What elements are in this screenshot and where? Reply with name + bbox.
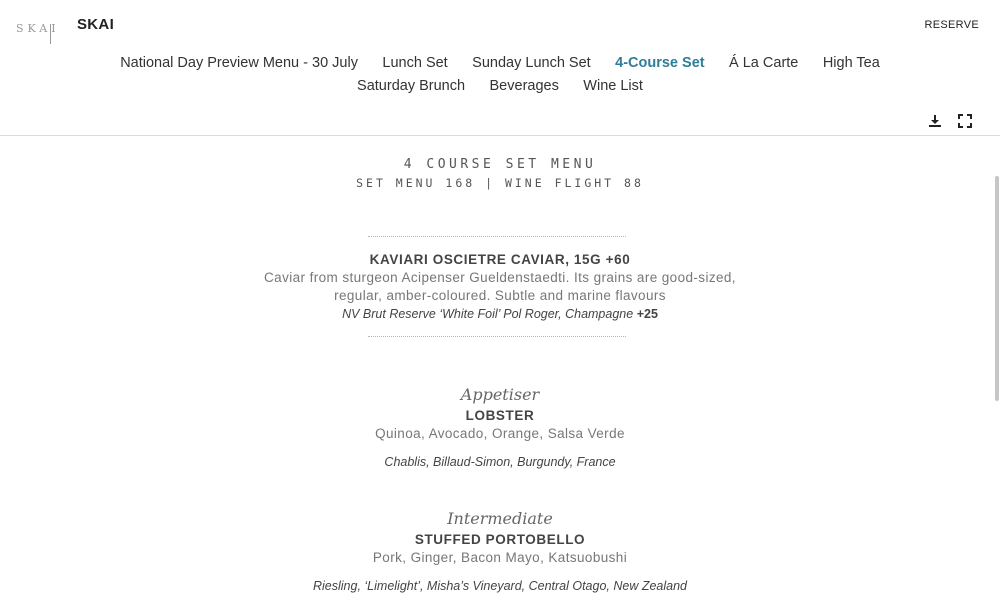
tab-wine-list[interactable]: Wine List	[583, 75, 643, 98]
dotted-divider-bottom	[368, 336, 626, 337]
wine-pairing: Riesling, ‘Limelight’, Misha’s Vineyard,…	[312, 579, 688, 593]
tab-saturday-brunch[interactable]: Saturday Brunch	[357, 75, 465, 98]
featured-item: KAVIARI OSCIETRE CAVIAR, 15G +60 Caviar …	[0, 251, 1000, 323]
dish-name: LOBSTER	[465, 408, 535, 423]
menu-title: 4 COURSE SET MENU	[403, 157, 597, 172]
tab-4-course-set[interactable]: 4-Course Set	[615, 52, 704, 75]
wine-pairing: Chablis, Billaud-Simon, Burgundy, France	[384, 455, 616, 469]
fullscreen-icon[interactable]	[958, 114, 972, 128]
tab-national-day[interactable]: National Day Preview Menu - 30 July	[120, 52, 358, 75]
menu-subtitle: SET MENU 168 | WINE FLIGHT 88	[356, 176, 644, 190]
scrollbar[interactable]	[994, 176, 1000, 401]
course-heading: Intermediate	[447, 509, 553, 528]
tab-beverages[interactable]: Beverages	[490, 75, 559, 98]
site-title[interactable]: SKAI	[77, 16, 114, 33]
tab-a-la-carte[interactable]: Á La Carte	[729, 52, 798, 75]
tab-lunch-set[interactable]: Lunch Set	[382, 52, 447, 75]
logo[interactable]: SKAI	[16, 10, 56, 44]
course-intermediate: Intermediate STUFFED PORTOBELLO Pork, Gi…	[0, 507, 1000, 595]
course-heading: Appetiser	[460, 385, 540, 404]
featured-wine: NV Brut Reserve ‘White Foil’ Pol Roger, …	[0, 305, 1000, 323]
tab-high-tea[interactable]: High Tea	[823, 52, 880, 75]
dish-name: STUFFED PORTOBELLO	[414, 532, 586, 547]
featured-desc-line2: regular, amber-coloured. Subtle and mari…	[334, 288, 666, 303]
menu-content: 4 COURSE SET MENU SET MENU 168 | WINE FL…	[0, 136, 1000, 607]
nav-row-2: Saturday Brunch Beverages Wine List	[0, 75, 1000, 98]
dotted-divider-top	[368, 236, 626, 237]
scroll-thumb[interactable]	[995, 176, 999, 401]
menu-nav: National Day Preview Menu - 30 July Lunc…	[0, 52, 1000, 98]
featured-wine-price: +25	[636, 307, 658, 321]
dish-desc: Quinoa, Avocado, Orange, Salsa Verde	[375, 426, 625, 441]
featured-wine-name: NV Brut Reserve ‘White Foil’ Pol Roger, …	[342, 307, 634, 321]
site-header: SKAI SKAI RESERVE National Day Preview M…	[0, 0, 1000, 136]
download-icon[interactable]	[928, 114, 942, 128]
tab-sunday-lunch-set[interactable]: Sunday Lunch Set	[472, 52, 591, 75]
logo-text: SKAI	[16, 22, 60, 35]
nav-row-1: National Day Preview Menu - 30 July Lunc…	[0, 52, 1000, 75]
viewer-tools	[916, 114, 972, 133]
course-appetiser: Appetiser LOBSTER Quinoa, Avocado, Orang…	[0, 383, 1000, 471]
featured-desc-line1: Caviar from sturgeon Acipenser Gueldenst…	[264, 270, 736, 285]
reserve-link[interactable]: RESERVE	[925, 19, 979, 31]
featured-name: KAVIARI OSCIETRE CAVIAR, 15G +60	[369, 252, 631, 267]
dish-desc: Pork, Ginger, Bacon Mayo, Katsuobushi	[372, 550, 628, 565]
logo-divider	[50, 24, 51, 44]
